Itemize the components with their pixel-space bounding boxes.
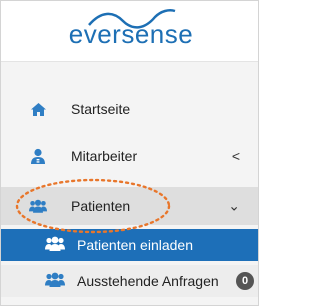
sidebar-item-label: Patienten (71, 198, 131, 214)
chevron-left-icon[interactable]: < (232, 148, 240, 164)
sidebar-item-patienten[interactable]: Patienten ⌄ (1, 187, 258, 225)
users-icon (29, 197, 47, 215)
submenu-item-patienten-einladen[interactable]: Patienten einladen (1, 229, 258, 261)
user-doctor-icon (29, 147, 47, 165)
eversense-logo[interactable]: eversense (61, 7, 201, 57)
sidebar-item-mitarbeiter[interactable]: Mitarbeiter < (1, 138, 258, 174)
submenu-item-label: Patienten einladen (77, 237, 193, 253)
count-badge: 0 (236, 272, 254, 290)
users-icon (45, 236, 65, 255)
sidebar-item-label: Startseite (71, 101, 131, 117)
submenu-item-label: Ausstehende Anfragen (77, 273, 219, 289)
logo-text: eversense (68, 19, 194, 49)
header-logo-area: eversense (1, 1, 258, 62)
chevron-down-icon[interactable]: ⌄ (228, 198, 240, 215)
users-icon (45, 272, 65, 291)
sidebar-item-label: Mitarbeiter (71, 148, 138, 164)
sidebar-item-startseite[interactable]: Startseite (1, 91, 258, 127)
app-frame: eversense Startseite Mitarbeiter < Patie… (0, 0, 259, 306)
home-icon (29, 100, 47, 118)
submenu-item-ausstehende-anfragen[interactable]: Ausstehende Anfragen 0 (1, 265, 258, 297)
